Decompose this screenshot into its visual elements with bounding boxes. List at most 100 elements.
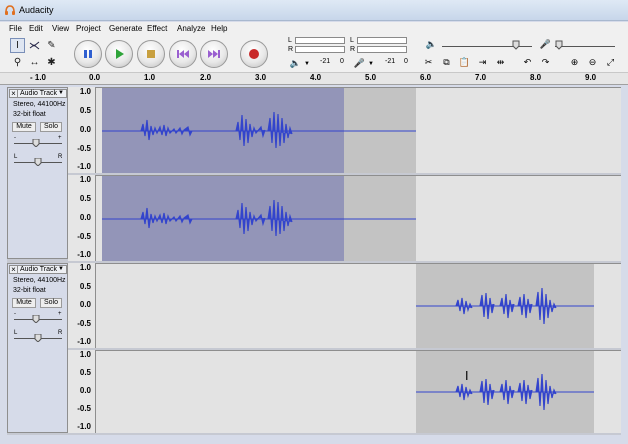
input-volume-slider[interactable] <box>555 46 615 47</box>
zoom-tool-icon[interactable]: ⚲ <box>10 55 25 70</box>
amplitude-label: 0.0 <box>79 125 91 134</box>
menu-edit[interactable]: Edit <box>27 23 45 34</box>
skip-start-button[interactable] <box>169 40 197 68</box>
ruler-label: - 1.0 <box>30 73 47 82</box>
track-name[interactable]: Audio Track <box>20 90 57 97</box>
amplitude-label: -0.5 <box>77 404 91 413</box>
fit-selection-icon[interactable]: ⤢ <box>603 55 618 70</box>
amplitude-label: 1.0 <box>79 87 91 96</box>
zoom-out-icon[interactable]: ⊖ <box>585 55 600 70</box>
speaker-icon[interactable]: 🔈 <box>288 56 303 71</box>
track-header[interactable]: × Audio Track ▼ <box>9 89 67 98</box>
mute-button[interactable]: Mute <box>12 122 36 132</box>
amplitude-label: 1.0 <box>79 350 91 359</box>
copy-icon[interactable]: ⧉ <box>439 55 454 70</box>
solo-button[interactable]: Solo <box>40 122 62 132</box>
play-meter-left <box>295 37 345 44</box>
menu-effect[interactable]: Effect <box>145 23 169 34</box>
window-title: Audacity <box>19 5 54 15</box>
ruler-label: 6.0 <box>420 73 432 82</box>
track-bit-depth: 32-bit float <box>13 287 46 294</box>
audio-track-1: × Audio Track ▼ Stereo, 44100Hz 32-bit f… <box>7 87 621 261</box>
output-volume-thumb[interactable] <box>512 40 520 50</box>
menu-analyze[interactable]: Analyze <box>175 23 207 34</box>
menu-file[interactable]: File <box>7 23 24 34</box>
track-menu-arrow-icon[interactable]: ▼ <box>58 266 64 272</box>
waveform <box>416 287 594 325</box>
input-volume-icon: 🎤 <box>539 39 552 49</box>
redo-icon[interactable]: ↷ <box>538 55 553 70</box>
menu-view[interactable]: View <box>50 23 71 34</box>
gain-plus-label: + <box>58 311 62 317</box>
record-button[interactable] <box>240 40 268 68</box>
timeline-ruler[interactable]: - 1.0 0.0 1.0 2.0 3.0 4.0 5.0 6.0 7.0 8.… <box>0 73 628 85</box>
cut-icon[interactable]: ✂ <box>421 55 436 70</box>
skip-end-button[interactable] <box>200 40 228 68</box>
mute-button[interactable]: Mute <box>12 298 36 308</box>
record-meter-right <box>357 46 407 53</box>
paste-icon[interactable]: 📋 <box>457 55 472 70</box>
play-button[interactable] <box>105 40 133 68</box>
multi-tool-icon[interactable]: ✱ <box>44 55 59 70</box>
envelope-tool-icon[interactable] <box>27 38 42 53</box>
gain-slider-thumb[interactable] <box>32 315 40 323</box>
audacity-window: Audacity File Edit View Project Generate… <box>0 0 628 444</box>
menu-project[interactable]: Project <box>74 23 103 34</box>
track-name[interactable]: Audio Track <box>20 266 57 273</box>
pan-slider-thumb[interactable] <box>34 158 42 166</box>
gain-slider-thumb[interactable] <box>32 139 40 147</box>
waveform-lane[interactable]: I <box>96 350 621 433</box>
amplitude-label: 0.5 <box>79 282 91 291</box>
pause-button[interactable] <box>74 40 102 68</box>
stop-button[interactable] <box>137 40 165 68</box>
amplitude-label: 0.5 <box>79 106 91 115</box>
undo-icon[interactable]: ↶ <box>520 55 535 70</box>
amplitude-label: -0.5 <box>77 144 91 153</box>
menu-generate[interactable]: Generate <box>107 23 144 34</box>
pan-slider-thumb[interactable] <box>34 334 42 342</box>
timeshift-tool-icon[interactable]: ↔ <box>27 55 42 70</box>
solo-button[interactable]: Solo <box>40 298 62 308</box>
amplitude-ruler: 1.0 0.5 0.0 -0.5 -1.0 <box>68 263 96 348</box>
amplitude-label: 0.0 <box>79 386 91 395</box>
play-meter-right-label: R <box>288 46 294 53</box>
zoom-in-icon[interactable]: ⊕ <box>567 55 582 70</box>
track-header[interactable]: × Audio Track ▼ <box>9 265 67 274</box>
audio-track-2: × Audio Track ▼ Stereo, 44100Hz 32-bit f… <box>7 263 621 435</box>
record-meter-left-label: L <box>350 37 354 44</box>
gain-minus-label: - <box>14 135 16 141</box>
gain-plus-label: + <box>58 135 62 141</box>
silence-icon[interactable]: ⇹ <box>493 55 508 70</box>
track-format: Stereo, 44100Hz <box>13 101 66 108</box>
trim-icon[interactable]: ⇥ <box>475 55 490 70</box>
amplitude-label: 0.5 <box>79 368 91 377</box>
microphone-icon[interactable]: 🎤 <box>352 56 367 71</box>
waveform <box>102 199 416 237</box>
amplitude-label: 0.5 <box>79 194 91 203</box>
record-meter-dropdown-icon[interactable]: ▼ <box>368 61 374 67</box>
amplitude-ruler: 1.0 0.5 0.0 -0.5 -1.0 <box>68 350 96 433</box>
tracks-area: × Audio Track ▼ Stereo, 44100Hz 32-bit f… <box>7 87 621 435</box>
play-icon <box>116 49 124 59</box>
stop-icon <box>147 50 155 58</box>
amplitude-label: 0.0 <box>79 300 91 309</box>
record-meter-left <box>357 37 407 44</box>
ruler-label: 0.0 <box>89 73 101 82</box>
waveform <box>102 111 416 149</box>
menu-bar: File Edit View Project Generate Effect A… <box>0 22 628 36</box>
draw-tool-icon[interactable]: ✎ <box>44 38 59 53</box>
amplitude-label: 1.0 <box>79 175 91 184</box>
selection-tool-icon[interactable]: I <box>10 38 25 53</box>
gain-minus-label: - <box>14 311 16 317</box>
track-menu-arrow-icon[interactable]: ▼ <box>58 90 64 96</box>
close-track-icon[interactable]: × <box>10 265 18 274</box>
ruler-label: 1.0 <box>144 73 156 82</box>
audacity-logo-icon <box>5 5 15 15</box>
menu-help[interactable]: Help <box>209 23 229 34</box>
waveform-lane[interactable] <box>96 175 621 261</box>
waveform-lane[interactable] <box>96 263 621 348</box>
close-track-icon[interactable]: × <box>10 89 18 98</box>
play-meter-dropdown-icon[interactable]: ▼ <box>304 61 310 67</box>
waveform-lane[interactable] <box>96 87 621 173</box>
input-volume-thumb[interactable] <box>555 40 563 50</box>
